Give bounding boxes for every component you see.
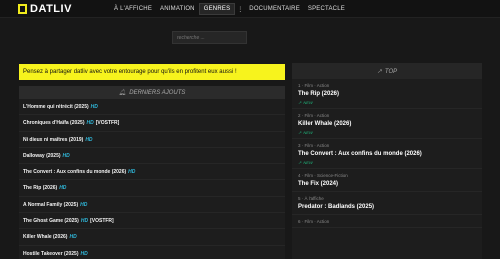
trend-arrow-icon: ↗ xyxy=(298,100,302,105)
hd-badge: HD xyxy=(85,136,93,143)
top-title-link[interactable]: Killer Whale (2026) xyxy=(298,121,476,128)
logo-text: DATLIV xyxy=(30,3,72,15)
lang-tag: [VOSTFR] xyxy=(90,218,114,225)
main-nav: À L'AFFICHE ANIMATION GENRES ⋮ DOCUMENTA… xyxy=(110,2,349,16)
hd-badge: HD xyxy=(90,104,98,110)
new-badge: ↗ NEW xyxy=(298,160,313,165)
nav-item-a-laffiche[interactable]: À L'AFFICHE xyxy=(110,3,156,15)
nav-item-animation[interactable]: ANIMATION xyxy=(156,3,199,15)
top-meta: 3 · Film · Action xyxy=(298,143,330,148)
item-title: Hostile Takeover (2025) xyxy=(23,250,79,257)
item-title: The Rip (2026) xyxy=(23,185,58,192)
lang-tag: [VOSTFR] xyxy=(95,120,120,127)
list-item[interactable]: The Convert : Aux confins du monde (2026… xyxy=(19,164,285,181)
top-entry[interactable]: 5 · À l'affiche Predator : Badlands (202… xyxy=(292,192,482,215)
hd-badge: HD xyxy=(59,185,67,192)
top-header: ↗ TOP xyxy=(292,63,482,79)
hd-badge: HD xyxy=(62,152,70,159)
top-entry[interactable]: 1 · Film · Action The Rip (2026) ↗ NEW xyxy=(292,79,482,109)
list-item[interactable]: Hostile Takeover (2025) HD xyxy=(19,246,285,259)
new-badge: ↗ NEW xyxy=(298,130,313,135)
item-title: The Ghost Game (2025) xyxy=(23,218,79,225)
nav-item-genres[interactable]: GENRES xyxy=(198,3,236,15)
list-item[interactable]: A Normal Family (2025) HD xyxy=(19,197,285,214)
hd-badge: HD xyxy=(80,218,89,225)
site-logo[interactable]: DATLIV xyxy=(18,3,72,15)
new-badge: ↗ NEW xyxy=(298,100,313,105)
share-banner: Pensez à partager datliv avec votre ento… xyxy=(19,64,285,80)
nav-item-documentaire[interactable]: DOCUMENTAIRE xyxy=(245,3,304,15)
trend-arrow-icon: ↗ xyxy=(298,130,302,135)
search-input[interactable]: recherche ... xyxy=(172,31,247,44)
latest-title: DERNIERS AJOUTS xyxy=(129,90,186,96)
item-title: Ni dieux ni maîtres (2019) xyxy=(23,136,84,143)
top-panel: ↗ TOP 1 · Film · Action The Rip (2026) ↗ N… xyxy=(292,63,482,259)
hd-badge: HD xyxy=(128,169,136,176)
item-title: A Normal Family (2025) xyxy=(23,201,79,208)
item-title: Chroniques d'Haïfa (2025) xyxy=(23,120,85,127)
top-meta: 1 · Film · Action xyxy=(298,83,330,88)
top-title: TOP xyxy=(384,69,398,75)
hd-badge: HD xyxy=(86,120,94,127)
top-bar: DATLIV À L'AFFICHE ANIMATION GENRES ⋮ DO… xyxy=(0,0,500,18)
top-meta: 2 · Film · Action xyxy=(298,113,330,118)
top-entry[interactable]: 2 · Film · Action Killer Whale (2026) ↗ N… xyxy=(292,109,482,139)
top-title-link[interactable]: The Convert : Aux confins du monde (2026… xyxy=(298,151,476,158)
item-title: Dalloway (2025) xyxy=(23,152,61,159)
list-item[interactable]: Dalloway (2025) HD xyxy=(19,148,285,165)
top-entry[interactable]: 3 · Film · Action The Convert : Aux conf… xyxy=(292,139,482,169)
item-title: L'Homme qui rétrécit (2025) xyxy=(23,104,89,110)
list-item[interactable]: Ni dieux ni maîtres (2019) HD xyxy=(19,132,285,148)
top-meta: 5 · À l'affiche xyxy=(298,196,324,201)
trending-up-icon: ↗ xyxy=(376,69,382,75)
top-title-link[interactable]: Predator : Badlands (2025) xyxy=(298,204,476,211)
item-title: Killer Whale (2026) xyxy=(23,234,68,241)
bell-icon: 🔔︎ xyxy=(118,90,127,96)
latest-panel: 🔔︎ DERNIERS AJOUTS L'Homme qui rétrécit (… xyxy=(19,86,285,259)
list-item[interactable]: Killer Whale (2026) HD xyxy=(19,229,285,246)
nav-item-spectacle[interactable]: SPECTACLE xyxy=(304,3,349,15)
more-vertical-icon[interactable]: ⋮ xyxy=(235,3,245,16)
hd-badge: HD xyxy=(69,234,77,241)
list-item[interactable]: The Ghost Game (2025) HD [VOSTFR] xyxy=(19,213,285,230)
list-item[interactable]: L'Homme qui rétrécit (2025) HD xyxy=(19,99,285,116)
trend-arrow-icon: ↗ xyxy=(298,160,302,165)
top-entry[interactable]: 4 · Film · Science-Fiction The Fix (2024… xyxy=(292,169,482,192)
list-item[interactable]: The Rip (2026) HD xyxy=(19,180,285,197)
hd-badge: HD xyxy=(80,250,88,257)
top-meta: 4 · Film · Science-Fiction xyxy=(298,173,348,178)
latest-header: 🔔︎ DERNIERS AJOUTS xyxy=(19,86,285,99)
film-logo-icon xyxy=(18,4,27,14)
item-title: The Convert : Aux confins du monde (2026… xyxy=(23,169,127,176)
top-meta: 6 · Film · Action xyxy=(298,219,330,224)
top-title-link[interactable]: The Rip (2026) xyxy=(298,91,476,98)
latest-list: L'Homme qui rétrécit (2025) HD Chroniques… xyxy=(19,99,285,259)
hd-badge: HD xyxy=(80,201,88,208)
top-entry[interactable]: 6 · Film · Action xyxy=(292,215,482,228)
top-title-link[interactable]: The Fix (2024) xyxy=(298,181,476,188)
list-item[interactable]: Chroniques d'Haïfa (2025) HD [VOSTFR] xyxy=(19,115,285,132)
